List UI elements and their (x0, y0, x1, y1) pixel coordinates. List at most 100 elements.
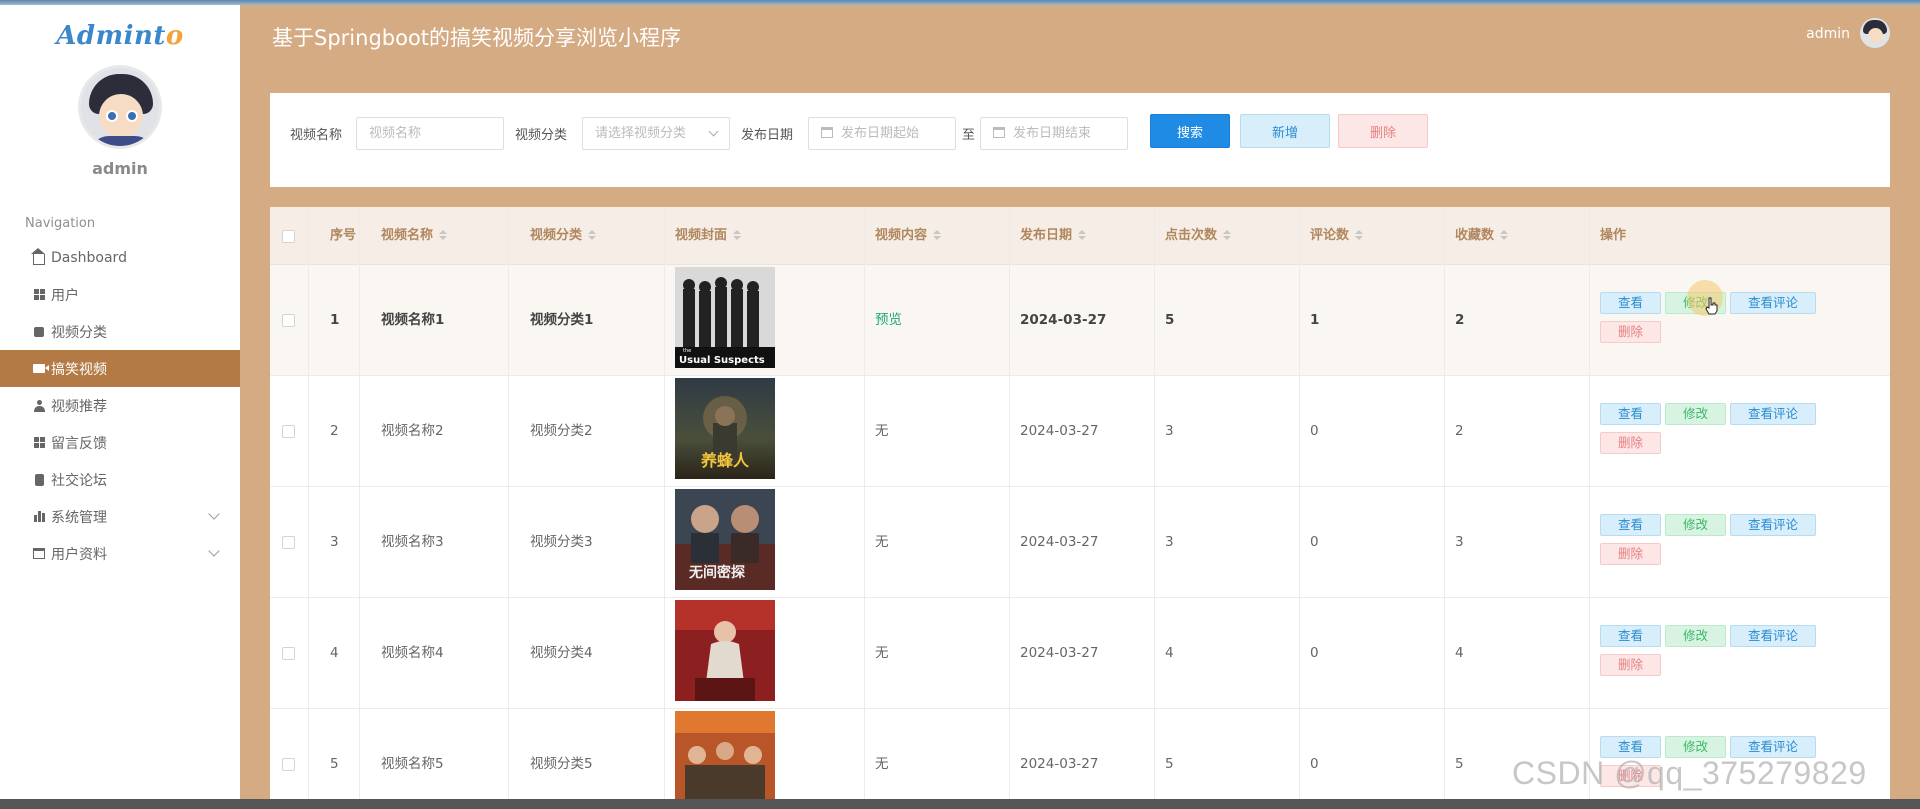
view-comments-button[interactable]: 查看评论 (1730, 292, 1816, 314)
cell-comments: 0 (1310, 756, 1319, 772)
cell-favorites: 4 (1455, 645, 1464, 661)
cell-content: 无 (875, 756, 889, 772)
edit-button[interactable]: 修改 (1665, 625, 1726, 647)
sidebar-item-label: 系统管理 (51, 509, 107, 526)
cell-comments: 0 (1310, 423, 1319, 439)
sidebar-item-users[interactable]: 用户 (0, 276, 240, 313)
sidebar-item-video-category[interactable]: 视频分类 (0, 313, 240, 350)
row-checkbox[interactable] (282, 647, 295, 660)
edit-button[interactable]: 修改 (1665, 514, 1726, 536)
nav-title: Navigation (25, 216, 96, 231)
square-icon (32, 325, 46, 339)
column-header-favorites[interactable]: 收藏数 (1444, 207, 1509, 265)
sidebar-item-forum[interactable]: 社交论坛 (0, 461, 240, 498)
sort-icon (1223, 230, 1232, 241)
cell-clicks: 4 (1165, 645, 1174, 661)
video-name-input[interactable]: 视频名称 (356, 117, 504, 150)
edit-button[interactable]: 修改 (1665, 403, 1726, 425)
view-comments-button[interactable]: 查看评论 (1730, 403, 1816, 425)
svg-text:无间密探: 无间密探 (688, 564, 745, 581)
cell-date: 2024-03-27 (1020, 645, 1099, 661)
sidebar-item-video-recommend[interactable]: 视频推荐 (0, 387, 240, 424)
cell-favorites: 5 (1455, 756, 1464, 772)
column-divider (1299, 207, 1300, 809)
sidebar-item-label: 社交论坛 (51, 472, 107, 489)
sidebar-item-profile[interactable]: 用户资料 (0, 535, 240, 572)
cell-clicks: 3 (1165, 423, 1174, 439)
column-divider (308, 207, 309, 809)
row-checkbox[interactable] (282, 425, 295, 438)
video-cover-image[interactable]: 养蜂人 (675, 378, 775, 479)
sort-icon (1500, 230, 1509, 241)
user-avatar (78, 65, 162, 149)
cell-content: 无 (875, 534, 889, 550)
add-button[interactable]: 新增 (1240, 114, 1330, 148)
sidebar-item-dashboard[interactable]: Dashboard (0, 239, 240, 276)
publish-date-label: 发布日期 (741, 128, 794, 143)
sidebar-item-feedback[interactable]: 留言反馈 (0, 424, 240, 461)
sidebar-item-funny-videos[interactable]: 搞笑视频 (0, 350, 240, 387)
sort-icon (733, 230, 742, 241)
delete-button[interactable]: 删除 (1600, 543, 1661, 565)
sidebar-item-label: 视频分类 (51, 324, 107, 341)
view-comments-button[interactable]: 查看评论 (1730, 514, 1816, 536)
view-comments-button[interactable]: 查看评论 (1730, 625, 1816, 647)
video-category-select[interactable]: 请选择视频分类 (582, 117, 730, 150)
chevron-down-icon (208, 508, 220, 520)
cell-content-preview-link[interactable]: 预览 (864, 265, 902, 376)
view-button[interactable]: 查看 (1600, 625, 1661, 647)
cell-clicks: 5 (1165, 756, 1174, 772)
sidebar-item-system[interactable]: 系统管理 (0, 498, 240, 535)
cell-name: 视频名称2 (381, 423, 444, 439)
row-checkbox[interactable] (282, 758, 295, 771)
cell-date: 2024-03-27 (1020, 756, 1099, 772)
cell-index: 2 (330, 423, 339, 439)
chevron-down-icon (208, 545, 220, 557)
cell-index: 4 (330, 645, 339, 661)
chevron-down-icon (708, 126, 719, 137)
header-username[interactable]: admin (1806, 26, 1850, 42)
search-panel: 视频名称 视频名称 视频分类 请选择视频分类 发布日期 发布日期起始 至 发布日… (270, 93, 1890, 187)
delete-button[interactable]: 删除 (1600, 321, 1661, 343)
view-button[interactable]: 查看 (1600, 514, 1661, 536)
table-row: 1 视频名称1 视频分类1 the Usual Suspects 预览 2024… (270, 265, 1890, 376)
view-button[interactable]: 查看 (1600, 403, 1661, 425)
video-cover-image[interactable]: 无间密探 (675, 489, 775, 590)
delete-button[interactable]: 删除 (1600, 432, 1661, 454)
column-divider (508, 207, 509, 809)
cell-category: 视频分类3 (530, 534, 593, 550)
column-header-comments[interactable]: 评论数 (1299, 207, 1364, 265)
date-start-input[interactable]: 发布日期起始 (808, 117, 956, 150)
batch-delete-button[interactable]: 删除 (1338, 114, 1428, 148)
date-end-input[interactable]: 发布日期结束 (980, 117, 1128, 150)
row-checkbox[interactable] (282, 536, 295, 549)
cell-date: 2024-03-27 (1020, 423, 1099, 439)
cell-category: 视频分类1 (530, 312, 594, 328)
column-header-index: 序号 (330, 228, 357, 243)
delete-button[interactable]: 删除 (1600, 654, 1661, 676)
search-button[interactable]: 搜索 (1150, 114, 1230, 148)
video-cover-image[interactable] (675, 711, 775, 809)
column-header-name[interactable]: 视频名称 (370, 207, 448, 265)
column-divider (1589, 207, 1590, 809)
column-header-date[interactable]: 发布日期 (1009, 207, 1087, 265)
hand-cursor-icon (1705, 297, 1718, 315)
column-header-content[interactable]: 视频内容 (864, 207, 942, 265)
column-header-cover[interactable]: 视频封面 (664, 207, 742, 265)
column-header-category[interactable]: 视频分类 (519, 207, 597, 265)
select-all-checkbox[interactable] (282, 230, 295, 243)
view-button[interactable]: 查看 (1600, 292, 1661, 314)
cell-category: 视频分类5 (530, 756, 593, 772)
header-avatar[interactable] (1860, 18, 1890, 48)
clipboard-icon (32, 473, 46, 487)
cell-category: 视频分类4 (530, 645, 593, 661)
sort-icon (1355, 230, 1364, 241)
sidebar-item-label: 留言反馈 (51, 435, 107, 452)
cell-name: 视频名称3 (381, 534, 444, 550)
video-cover-image[interactable] (675, 600, 775, 701)
video-cover-image[interactable]: the Usual Suspects (675, 267, 775, 368)
column-header-clicks[interactable]: 点击次数 (1154, 207, 1232, 265)
video-name-label: 视频名称 (290, 128, 343, 143)
row-checkbox[interactable] (282, 314, 295, 327)
grid-icon (32, 288, 46, 302)
